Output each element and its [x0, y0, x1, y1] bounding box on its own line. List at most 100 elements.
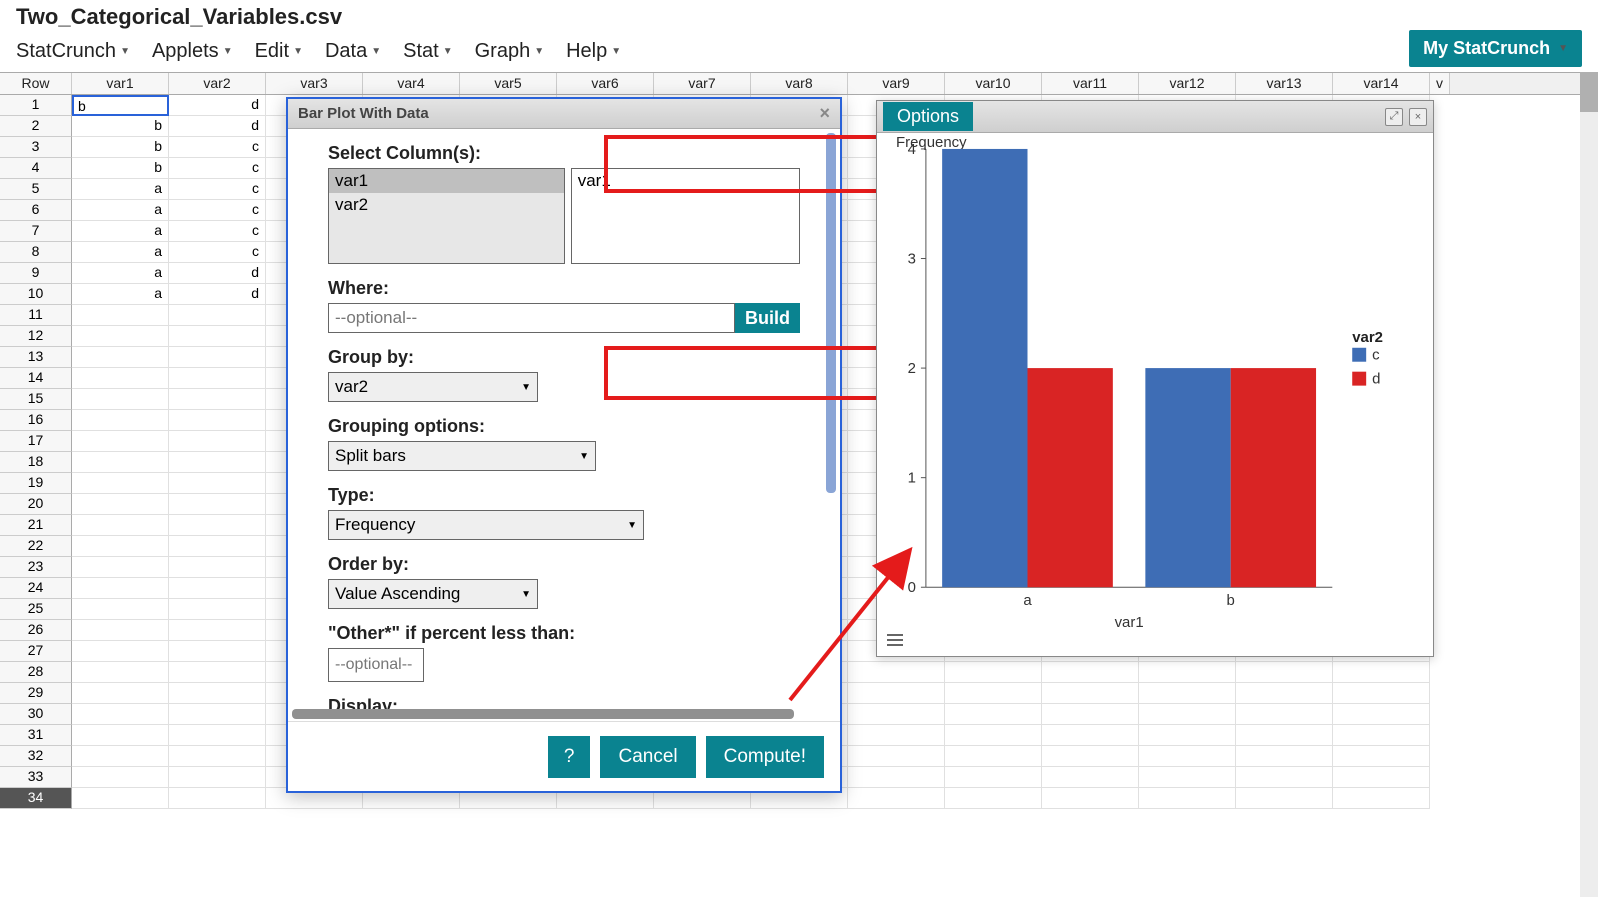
menu-graph[interactable]: Graph ▼	[475, 40, 545, 63]
cell[interactable]	[1236, 725, 1333, 746]
cell[interactable]	[1042, 725, 1139, 746]
cell[interactable]	[1139, 788, 1236, 809]
cell[interactable]	[1042, 683, 1139, 704]
cell[interactable]	[1042, 662, 1139, 683]
cell[interactable]	[72, 683, 169, 704]
menu-help[interactable]: Help ▼	[566, 40, 621, 63]
menu-stat[interactable]: Stat ▼	[403, 40, 452, 63]
row-header[interactable]: 2	[0, 116, 72, 137]
cell[interactable]	[72, 410, 169, 431]
cell[interactable]: a	[72, 284, 169, 305]
cell[interactable]	[72, 305, 169, 326]
column-header[interactable]: var13	[1236, 73, 1333, 94]
cell[interactable]	[169, 683, 266, 704]
row-header[interactable]: 4	[0, 158, 72, 179]
cell[interactable]	[72, 536, 169, 557]
cell[interactable]: d	[169, 284, 266, 305]
cell[interactable]	[1042, 704, 1139, 725]
cell[interactable]	[848, 662, 945, 683]
column-header[interactable]: var9	[848, 73, 945, 94]
menu-statcrunch[interactable]: StatCrunch ▼	[16, 40, 130, 63]
cell[interactable]	[1139, 662, 1236, 683]
column-header[interactable]: var12	[1139, 73, 1236, 94]
cell[interactable]: d	[169, 116, 266, 137]
cell[interactable]	[1236, 704, 1333, 725]
cell[interactable]	[945, 704, 1042, 725]
vertical-scrollbar[interactable]	[1580, 72, 1598, 897]
cell[interactable]	[72, 641, 169, 662]
cell[interactable]	[848, 683, 945, 704]
row-header[interactable]: 30	[0, 704, 72, 725]
options-button[interactable]: Options	[883, 102, 973, 131]
cell[interactable]	[945, 662, 1042, 683]
group-by-select[interactable]: var2▼	[328, 372, 538, 402]
grouping-options-select[interactable]: Split bars▼	[328, 441, 596, 471]
cell[interactable]	[169, 368, 266, 389]
row-header[interactable]: 10	[0, 284, 72, 305]
row-header[interactable]: 12	[0, 326, 72, 347]
cell[interactable]: c	[169, 179, 266, 200]
cell[interactable]	[72, 767, 169, 788]
menu-data[interactable]: Data ▼	[325, 40, 381, 63]
cell[interactable]	[169, 557, 266, 578]
my-statcrunch-button[interactable]: My StatCrunch ▼	[1409, 30, 1582, 67]
column-header[interactable]: var7	[654, 73, 751, 94]
cell[interactable]	[848, 746, 945, 767]
row-header[interactable]: 15	[0, 389, 72, 410]
row-header[interactable]: 20	[0, 494, 72, 515]
row-header[interactable]: 3	[0, 137, 72, 158]
cell[interactable]	[169, 641, 266, 662]
cell[interactable]	[169, 410, 266, 431]
cell[interactable]: a	[72, 200, 169, 221]
cell[interactable]	[1333, 704, 1430, 725]
cell[interactable]	[169, 473, 266, 494]
list-option[interactable]: var1	[572, 169, 799, 193]
cell[interactable]	[72, 662, 169, 683]
close-icon[interactable]: ×	[819, 103, 830, 124]
cell[interactable]	[72, 515, 169, 536]
cell[interactable]	[1139, 746, 1236, 767]
cell[interactable]	[1333, 788, 1430, 809]
row-header[interactable]: 23	[0, 557, 72, 578]
cell[interactable]: b	[72, 158, 169, 179]
cell[interactable]: b	[72, 137, 169, 158]
compute-button[interactable]: Compute!	[706, 736, 824, 778]
row-header[interactable]: 7	[0, 221, 72, 242]
cell[interactable]	[169, 431, 266, 452]
column-header[interactable]: var2	[169, 73, 266, 94]
cell[interactable]	[72, 704, 169, 725]
cell[interactable]: b	[72, 95, 169, 116]
row-header[interactable]: 26	[0, 620, 72, 641]
cell[interactable]: c	[169, 200, 266, 221]
row-header[interactable]: 1	[0, 95, 72, 116]
list-option[interactable]: var2	[329, 193, 564, 217]
cell[interactable]	[848, 725, 945, 746]
row-header[interactable]: 33	[0, 767, 72, 788]
order-by-select[interactable]: Value Ascending▼	[328, 579, 538, 609]
cell[interactable]	[945, 683, 1042, 704]
cell[interactable]	[848, 704, 945, 725]
cell[interactable]	[72, 326, 169, 347]
cell[interactable]: a	[72, 242, 169, 263]
cell[interactable]	[72, 725, 169, 746]
cell[interactable]	[72, 473, 169, 494]
cell[interactable]	[169, 620, 266, 641]
cell[interactable]	[945, 788, 1042, 809]
dialog-titlebar[interactable]: Bar Plot With Data ×	[288, 99, 840, 129]
cell[interactable]	[1139, 704, 1236, 725]
row-header[interactable]: 22	[0, 536, 72, 557]
row-header[interactable]: 31	[0, 725, 72, 746]
cell[interactable]	[1236, 662, 1333, 683]
column-header[interactable]: var8	[751, 73, 848, 94]
cell[interactable]	[169, 704, 266, 725]
cell[interactable]	[169, 305, 266, 326]
column-header[interactable]: var3	[266, 73, 363, 94]
cell[interactable]: a	[72, 179, 169, 200]
column-header[interactable]: var10	[945, 73, 1042, 94]
cell[interactable]: c	[169, 158, 266, 179]
cell[interactable]: d	[169, 95, 266, 116]
help-button[interactable]: ?	[548, 736, 591, 778]
cell[interactable]	[1139, 683, 1236, 704]
cell[interactable]	[169, 515, 266, 536]
row-header[interactable]: 14	[0, 368, 72, 389]
